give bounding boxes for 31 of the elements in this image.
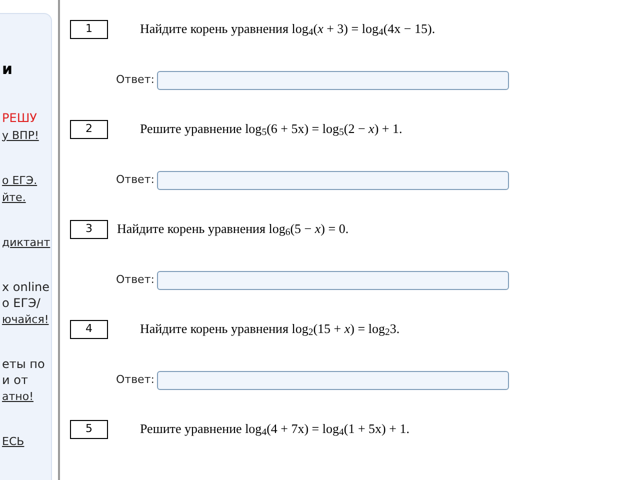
answer-label: Ответ: [116,172,154,188]
sidebar-text: о ЕГЭ/ [2,294,42,310]
problem-number: 1 [70,20,108,39]
sidebar-link[interactable]: о ЕГЭ. [2,172,38,188]
problem-text: Решите уравнение log$_{5}$(6 + 5x) = log$_{5}$(2 − x) + 1. [139,120,402,138]
answer-field[interactable] [157,71,510,90]
problem-number: 5 [70,420,108,439]
answer-label: Ответ: [116,372,154,388]
sidebar-text: х online [2,278,51,294]
answer-field[interactable] [157,171,510,190]
answer-field[interactable] [157,371,510,390]
sidebar-text: еты по [2,356,46,372]
sidebar-link[interactable]: диктант [2,234,50,250]
sidebar-heading: и [2,59,14,80]
sidebar-link[interactable]: ЕСЬ [2,432,24,450]
answer-label: Ответ: [116,72,154,88]
sidebar-link[interactable]: ючайся! [2,310,49,328]
sidebar-text: и от [2,372,29,388]
sidebar-link[interactable]: йте. [2,188,26,206]
problem-number: 3 [70,220,108,239]
problem-text: Найдите корень уравнения log$_{4}$(x + 3) = log$_{4}$(4x − 15). [139,20,436,38]
sidebar-link[interactable]: атно! [2,388,34,404]
problem-text: Решите уравнение log$_{4}$(4 + 7x) = log$_{4}$(1 + 5x) + 1. [139,420,410,438]
problem-text: Найдите корень уравнения log$_{6}$(5 − x) = 0. [117,220,349,238]
problem-number: 4 [70,320,108,339]
answer-label: Ответ: [116,272,154,288]
problem-text: Найдите корень уравнения log$_{2}$(15 + x) = log$_{2}$3. [139,320,400,338]
sidebar-link[interactable]: у ВПР! [2,126,39,144]
problem-number: 2 [70,120,108,139]
answer-field[interactable] [157,271,510,290]
sidebar-text: РЕШУ [2,110,38,126]
